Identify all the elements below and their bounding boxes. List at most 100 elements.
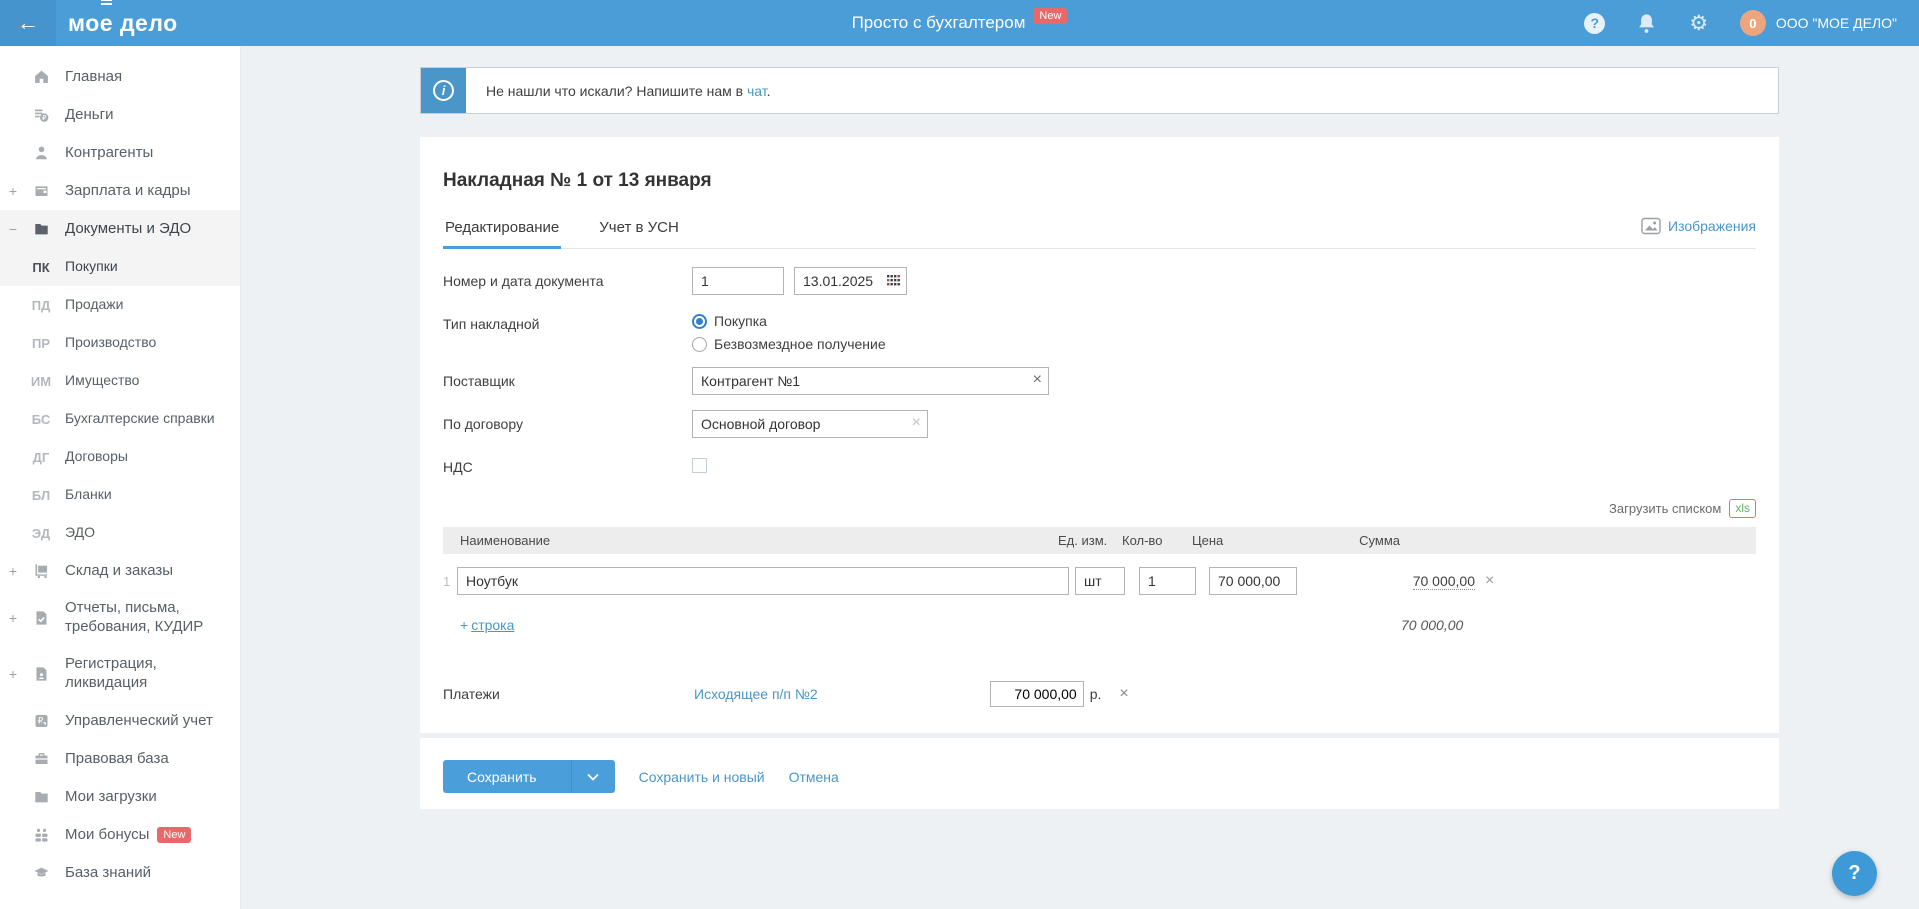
sidebar-item-moi-zagruzki[interactable]: Мои загрузки	[0, 778, 240, 816]
sidebar-item-upravlencheskiy[interactable]: ₽ Управленческий учет	[0, 702, 240, 740]
radio-unselected-icon	[692, 336, 707, 352]
back-button[interactable]: ←	[0, 0, 56, 46]
clear-supplier-icon[interactable]: ×	[1033, 371, 1042, 389]
sidebar-item-baza-znaniy[interactable]: База знаний	[0, 854, 240, 892]
money-icon: ₽	[26, 107, 56, 123]
document-number-input[interactable]	[692, 267, 784, 295]
help-button[interactable]: ?	[1584, 12, 1606, 34]
expand-plus-icon[interactable]: +	[0, 666, 26, 682]
tabs-bar: Редактирование Учет в УСН Изображения	[443, 213, 1756, 249]
sidebar-item-proizvodstvo[interactable]: ПР Производство	[0, 324, 240, 362]
payments-row: Платежи Исходящее п/п №2 р. ×	[443, 681, 1756, 707]
currency-label: р.	[1089, 686, 1102, 702]
sidebar-item-otchety[interactable]: + Отчеты, письма, требования, КУДИР	[0, 590, 240, 646]
tab-redaktirovanie[interactable]: Редактирование	[443, 213, 562, 249]
calendar-icon[interactable]	[887, 275, 900, 287]
gift-icon	[26, 827, 56, 843]
bonus-new-badge: New	[157, 827, 192, 843]
sidebar-item-prodazhi[interactable]: ПД Продажи	[0, 286, 240, 324]
delete-row-icon[interactable]: ×	[1485, 572, 1494, 590]
item-name-input[interactable]	[457, 567, 1069, 595]
notifications-button[interactable]	[1636, 12, 1658, 34]
payment-amount-input[interactable]	[989, 681, 1084, 707]
sidebar-item-dokumenty-edo[interactable]: − Документы и ЭДО	[0, 210, 240, 248]
info-banner: i Не нашли что искали? Напишите нам в ча…	[420, 67, 1779, 114]
expand-plus-icon[interactable]: +	[0, 610, 26, 626]
settings-button[interactable]: ⚙	[1688, 11, 1710, 35]
info-banner-icon-box: i	[421, 68, 466, 113]
item-price-input[interactable]	[1209, 567, 1297, 595]
sidebar-item-zarplata[interactable]: + Зарплата и кадры	[0, 172, 240, 210]
sidebar-item-registraciya[interactable]: + Регистрация, ликвидация	[0, 646, 240, 702]
contract-input[interactable]	[692, 410, 928, 438]
app-logo[interactable]: мое дело	[68, 10, 178, 37]
sidebar-item-buh-spravki[interactable]: БС Бухгалтерские справки	[0, 400, 240, 438]
page-title: Накладная № 1 от 13 января	[443, 170, 712, 191]
save-button[interactable]: Сохранить	[443, 760, 615, 793]
save-and-new-link[interactable]: Сохранить и новый	[639, 769, 765, 785]
xls-badge[interactable]: xls	[1729, 499, 1756, 518]
vat-checkbox[interactable]	[692, 458, 707, 473]
sidebar-item-imushchestvo[interactable]: ИМ Имущество	[0, 362, 240, 400]
sidebar-item-blanki[interactable]: БЛ Бланки	[0, 476, 240, 514]
sidebar-item-glavnaya[interactable]: Главная	[0, 58, 240, 96]
top-bar: ← мое дело Просто с бухгалтером New ? ⚙ …	[0, 0, 1919, 46]
sidebar-item-kontragenty[interactable]: Контрагенты	[0, 134, 240, 172]
expand-plus-icon[interactable]: +	[0, 183, 26, 199]
supplier-input[interactable]	[692, 367, 1049, 395]
sidebar-item-pokupki[interactable]: ПК Покупки	[0, 248, 240, 286]
sidebar: Главная ₽ Деньги Контрагенты + Зарплата …	[0, 46, 241, 909]
invoice-form: Номер и дата документа Тип накладной	[443, 267, 1756, 475]
images-link[interactable]: Изображения	[1641, 217, 1756, 235]
radio-pokupka[interactable]: Покупка	[692, 313, 886, 329]
chat-link[interactable]: чат	[747, 83, 767, 99]
clear-contract-icon[interactable]: ×	[912, 414, 921, 432]
svg-text:₽: ₽	[37, 716, 43, 726]
document-check-icon	[26, 610, 56, 626]
avatar: 0	[1739, 10, 1766, 36]
company-name: ООО "МОЕ ДЕЛО"	[1775, 15, 1897, 31]
upload-list-label[interactable]: Загрузить списком	[1609, 501, 1721, 516]
payments-label: Платежи	[443, 686, 500, 702]
sidebar-item-pravovaya-baza[interactable]: Правовая база	[0, 740, 240, 778]
help-icon: ?	[1584, 12, 1606, 34]
items-table-header: Наименование Ед. изм. Кол-во Цена Сумма	[443, 527, 1756, 554]
image-icon	[1641, 217, 1661, 235]
cart-icon	[26, 563, 56, 579]
chevron-down-icon	[587, 773, 599, 781]
column-unit: Ед. изм.	[1058, 533, 1108, 548]
ruble-report-icon: ₽	[26, 713, 56, 729]
payment-document-link[interactable]: Исходящее п/п №2	[694, 686, 818, 702]
remove-payment-icon[interactable]: ×	[1119, 685, 1128, 703]
account-menu[interactable]: 0 ООО "МОЕ ДЕЛО"	[1739, 10, 1897, 36]
item-unit-input[interactable]	[1075, 567, 1125, 595]
cancel-link[interactable]: Отмена	[789, 769, 839, 785]
sidebar-item-moi-bonusy[interactable]: Мои бонусы New	[0, 816, 240, 854]
header-tagline: Просто с бухгалтером	[851, 13, 1026, 32]
item-qty-input[interactable]	[1139, 567, 1196, 595]
back-arrow-icon: ←	[17, 10, 39, 35]
radio-bezvozmezdnoe[interactable]: Безвозмездное получение	[692, 336, 886, 352]
gear-icon: ⚙	[1689, 11, 1709, 35]
main-content: i Не нашли что искали? Напишите нам в ча…	[241, 46, 1919, 909]
tab-uchet-v-usn[interactable]: Учет в УСН	[597, 213, 681, 248]
expand-plus-icon[interactable]: +	[0, 563, 26, 579]
item-sum-value[interactable]: 70 000,00	[1412, 573, 1475, 590]
sidebar-item-dogovory[interactable]: ДГ Договоры	[0, 438, 240, 476]
folder-icon	[26, 221, 56, 237]
number-date-label: Номер и дата документа	[443, 273, 604, 289]
document-card: Накладная № 1 от 13 января Редактировани…	[420, 137, 1779, 809]
add-row-link[interactable]: + строка	[460, 617, 514, 633]
briefcase-icon	[26, 751, 56, 767]
sidebar-item-sklad[interactable]: + Склад и заказы	[0, 552, 240, 590]
tagline-new-badge: New	[1033, 8, 1068, 24]
folder-icon	[26, 789, 56, 805]
sidebar-item-dengi[interactable]: ₽ Деньги	[0, 96, 240, 134]
banner-text: Не нашли что искали? Напишите нам в чат.	[486, 82, 771, 99]
collapse-minus-icon[interactable]: −	[0, 221, 26, 237]
help-fab[interactable]: ?	[1832, 851, 1877, 896]
save-dropdown-button[interactable]	[570, 760, 615, 793]
sidebar-item-edo[interactable]: ЭД ЭДО	[0, 514, 240, 552]
column-qty: Кол-во	[1122, 533, 1163, 548]
info-icon: i	[433, 80, 454, 101]
